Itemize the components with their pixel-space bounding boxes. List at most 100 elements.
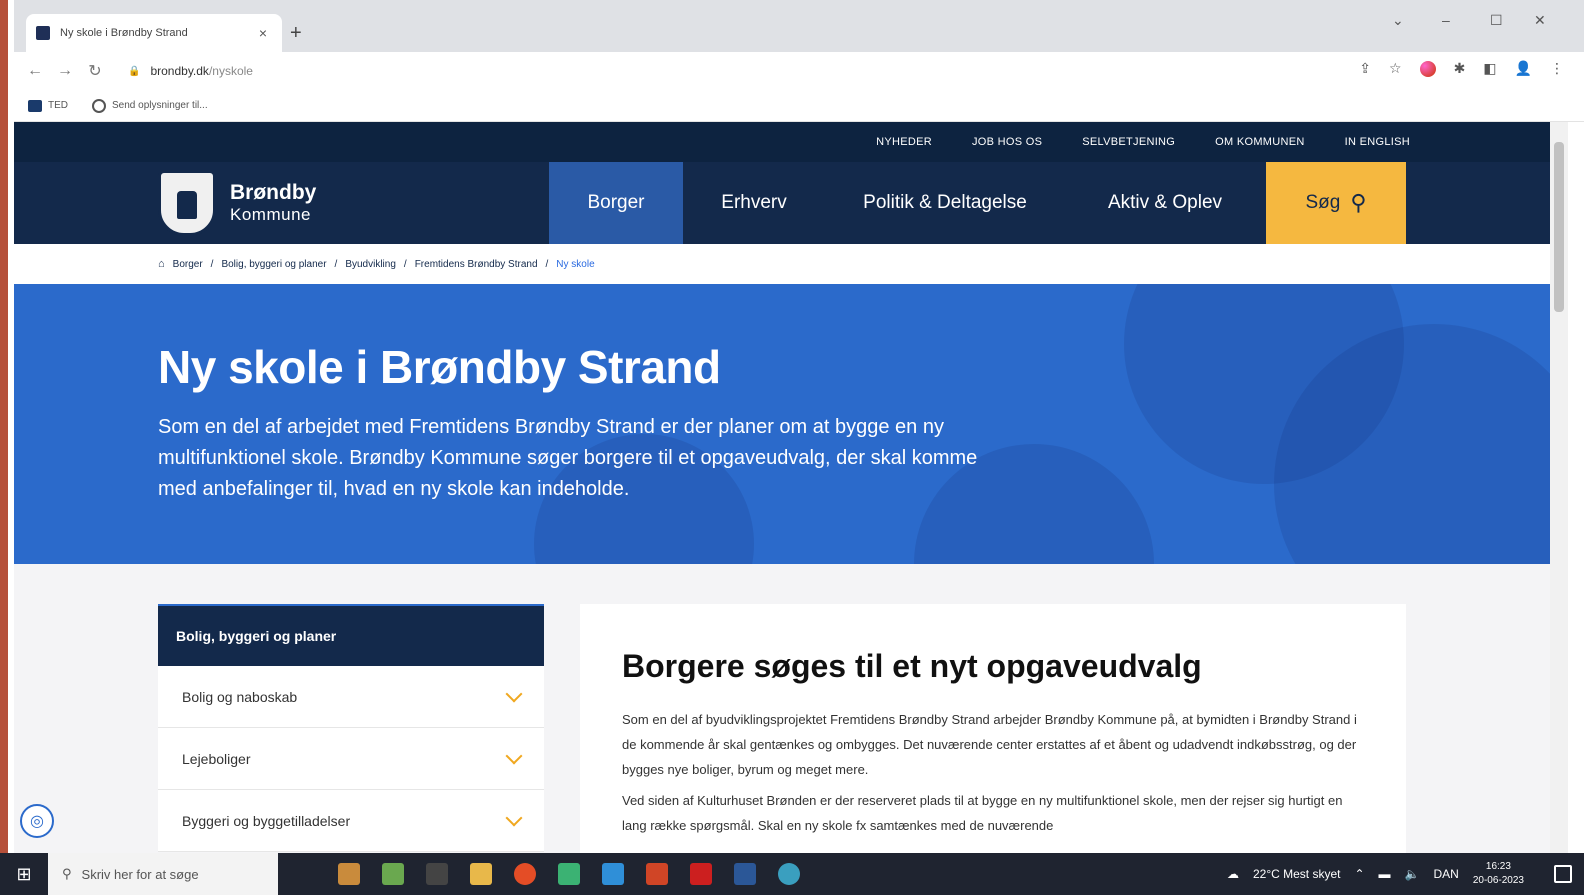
taskbar-search-placeholder: Skriv her for at søge [81, 866, 199, 882]
input-language[interactable]: DAN [1434, 867, 1459, 881]
close-tab-icon[interactable]: × [254, 25, 272, 41]
menu-kebab-icon[interactable]: ⋮ [1550, 60, 1564, 77]
article-heading: Borgere søges til et nyt opgaveudvalg [622, 648, 1202, 684]
utility-nav: NYHEDER JOB HOS OS SELVBETJENING OM KOMM… [14, 122, 1550, 162]
tray-chevron-icon[interactable]: ⌃ [1354, 867, 1364, 881]
window-accent [0, 0, 8, 853]
coat-of-arms-icon [158, 170, 216, 236]
reload-icon[interactable]: ↻ [80, 61, 110, 81]
bookmark-ted[interactable]: TED [28, 99, 68, 112]
chevron-down-icon [505, 747, 523, 764]
excel-icon[interactable] [558, 863, 580, 885]
notification-icon[interactable] [1554, 865, 1572, 883]
nav-aktiv[interactable]: Aktiv & Oplev [1065, 162, 1265, 244]
accessibility-icon[interactable]: ◎ [20, 804, 54, 838]
breadcrumb-bolig[interactable]: Bolig, byggeri og planer [221, 259, 326, 270]
windows-taskbar: ⊞ ⚲ Skriv her for at søge ☁ 22°C Mest sk… [0, 853, 1584, 895]
breadcrumb: ⌂ Borger / Bolig, byggeri og planer / By… [14, 244, 1550, 284]
page-viewport: NYHEDER JOB HOS OS SELVBETJENING OM KOMM… [14, 122, 1550, 853]
cortana-icon[interactable] [338, 863, 360, 885]
star-icon[interactable]: ☆ [1389, 60, 1402, 77]
sidenav-header[interactable]: Bolig, byggeri og planer [158, 604, 544, 666]
search-button[interactable]: Søg ⚲ [1266, 162, 1406, 244]
taskbar-search[interactable]: ⚲ Skriv her for at søge [48, 853, 278, 895]
nav-borger[interactable]: Borger [549, 162, 683, 244]
sidenav-item-bolig[interactable]: Bolig og naboskab [158, 666, 544, 728]
breadcrumb-current: Ny skole [556, 258, 595, 270]
browser-window: Ny skole i Brøndby Strand × + ⌄ – ☐ ✕ ← … [0, 0, 1584, 853]
home-icon[interactable]: ⌂ [158, 258, 165, 270]
bookmark-send[interactable]: Send oplysninger til... [92, 98, 208, 113]
back-arrow-icon[interactable]: ← [20, 62, 50, 80]
util-link-english[interactable]: IN ENGLISH [1345, 136, 1410, 148]
ted-bookmark-icon [28, 99, 42, 112]
main-nav: Brøndby Kommune Borger Erhverv Politik &… [14, 162, 1550, 244]
file-explorer-icon[interactable] [470, 863, 492, 885]
windows-start-icon[interactable]: ⊞ [0, 864, 48, 885]
util-link-jobs[interactable]: JOB HOS OS [972, 136, 1042, 148]
acrobat-icon[interactable] [690, 863, 712, 885]
chevron-down-icon [505, 685, 523, 702]
browser-tab[interactable]: Ny skole i Brøndby Strand × [26, 14, 282, 52]
clock[interactable]: 16:23 20-06-2023 [1473, 860, 1524, 888]
breadcrumb-borger[interactable]: Borger [173, 259, 203, 270]
bookmarks-bar: TED Send oplysninger til... [14, 90, 1584, 122]
chrome-icon[interactable] [514, 863, 536, 885]
address-bar[interactable]: 🔒 brondby.dk/nyskole [128, 58, 1308, 84]
breadcrumb-byudvikling[interactable]: Byudvikling [345, 259, 396, 270]
new-tab-button[interactable]: + [290, 22, 302, 45]
weather-icon[interactable]: ☁ [1227, 867, 1239, 881]
taskbar-apps [338, 863, 800, 885]
toolbar-actions: ⇪ ☆ ✱ ◧ 👤 ⋮ [1359, 60, 1564, 77]
util-link-selfservice[interactable]: SELVBETJENING [1082, 136, 1175, 148]
sidenav-item-byggeri[interactable]: Byggeri og byggetilladelser [158, 790, 544, 852]
volume-icon[interactable]: 🔈 [1405, 867, 1420, 881]
system-tray: ☁ 22°C Mest skyet ⌃ ▬ 🔈 DAN 16:23 20-06-… [1227, 853, 1524, 895]
hero-lead: Som en del af arbejdet med Fremtidens Br… [158, 416, 978, 500]
sidenav-item-lejeboliger[interactable]: Lejeboliger [158, 728, 544, 790]
share-icon[interactable]: ⇪ [1359, 60, 1371, 77]
search-label: Søg [1305, 192, 1341, 213]
profile-icon[interactable]: 👤 [1515, 60, 1532, 77]
powerpoint-icon[interactable] [646, 863, 668, 885]
logo-name: Brøndby [230, 181, 317, 204]
favicon-icon [36, 26, 50, 40]
outlook-icon[interactable] [602, 863, 624, 885]
word-icon[interactable] [734, 863, 756, 885]
logo-sub: Kommune [230, 205, 311, 224]
page-title: Ny skole i Brøndby Strand [158, 341, 721, 393]
site-logo[interactable]: Brøndby Kommune [158, 170, 316, 236]
url-host: brondby.dk [150, 64, 209, 78]
url-path: /nyskole [208, 64, 253, 78]
globe-app-icon[interactable] [778, 863, 800, 885]
article-paragraph: Ved siden af Kulturhuset Brønden er der … [622, 793, 1343, 833]
tab-search-chevron-icon[interactable]: ⌄ [1392, 12, 1404, 29]
widget-icon[interactable] [382, 863, 404, 885]
nav-erhverv[interactable]: Erhverv [683, 162, 825, 244]
forward-arrow-icon[interactable]: → [50, 62, 80, 80]
minimize-button[interactable]: – [1442, 12, 1450, 28]
puzzle-icon[interactable]: ✱ [1454, 60, 1466, 77]
network-icon[interactable]: ▬ [1379, 867, 1391, 881]
article-paragraph: Som en del af byudviklingsprojektet Frem… [622, 712, 1357, 777]
weather-text[interactable]: 22°C Mest skyet [1253, 867, 1341, 881]
maximize-button[interactable]: ☐ [1490, 12, 1503, 29]
task-view-icon[interactable] [426, 863, 448, 885]
lock-icon: 🔒 [128, 65, 141, 77]
nav-politik[interactable]: Politik & Deltagelse [825, 162, 1065, 244]
page-scrollbar[interactable] [1550, 122, 1568, 853]
tab-title: Ny skole i Brøndby Strand [60, 27, 188, 39]
search-icon: ⚲ [62, 866, 72, 881]
util-link-about[interactable]: OM KOMMUNEN [1215, 136, 1304, 148]
browser-toolbar: ← → ↻ 🔒 brondby.dk/nyskole ⇪ ☆ ✱ ◧ 👤 ⋮ [14, 52, 1584, 90]
breadcrumb-fremtidens[interactable]: Fremtidens Brøndby Strand [415, 259, 538, 270]
extension-icon[interactable] [1419, 60, 1436, 77]
util-link-news[interactable]: NYHEDER [876, 136, 932, 148]
close-window-button[interactable]: ✕ [1534, 12, 1546, 29]
globe-icon [92, 98, 106, 113]
search-icon: ⚲ [1350, 190, 1367, 215]
scrollbar-thumb[interactable] [1554, 142, 1564, 312]
side-navigation: Bolig, byggeri og planer Bolig og nabosk… [158, 604, 544, 852]
chevron-down-icon [505, 809, 523, 826]
sidepanel-icon[interactable]: ◧ [1483, 60, 1496, 77]
